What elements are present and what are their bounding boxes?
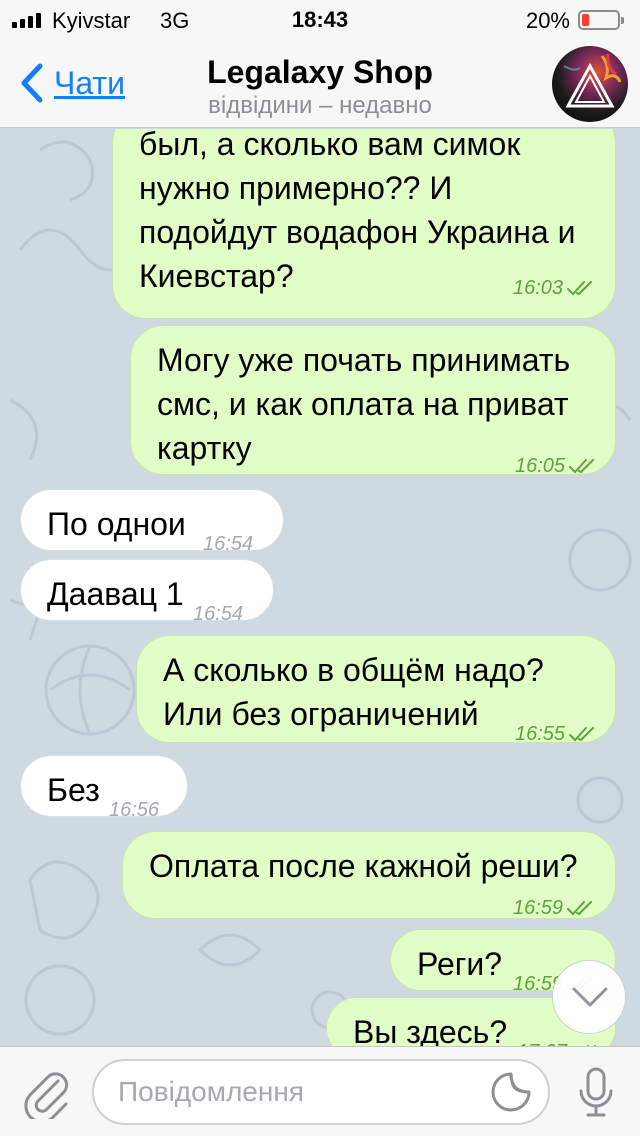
microphone-icon[interactable] <box>576 1065 616 1121</box>
outgoing-message[interactable]: был, а сколько вам симок нужно примерно?… <box>112 129 616 319</box>
outgoing-message[interactable]: Могу уже почать принимать смс, и как опл… <box>130 325 616 477</box>
chat-title: Legalaxy Shop <box>207 54 433 90</box>
battery-icon <box>578 10 624 30</box>
double-check-icon <box>567 901 593 916</box>
message-meta: 16:59 <box>513 886 597 930</box>
message-input[interactable] <box>92 1059 550 1125</box>
message-time: 16:56 <box>109 799 160 821</box>
message-time: 16:03 <box>513 277 564 299</box>
incoming-message[interactable]: По однои 16:54 <box>20 489 284 555</box>
chat-header: Чати Legalaxy Shop відвідини – недавно <box>0 40 640 128</box>
outgoing-message[interactable]: Оплата после кажной реши? 16:59 <box>122 831 616 919</box>
outgoing-message[interactable]: А сколько в общём надо? Или без ограниче… <box>136 635 616 745</box>
battery-percent: 20% <box>525 8 570 33</box>
double-check-icon <box>567 281 593 296</box>
message-meta: 16:54 <box>193 592 243 636</box>
last-seen-status: відвідини – недавно <box>208 92 432 119</box>
message-time: 16:54 <box>193 603 244 625</box>
message-meta: 16:03 <box>513 266 597 310</box>
message-time: 17:07 <box>517 1030 567 1046</box>
message-list[interactable]: был, а сколько вам симок нужно примерно?… <box>0 129 640 1046</box>
battery-level <box>582 14 589 26</box>
double-check-icon <box>569 459 595 474</box>
sticker-icon[interactable] <box>490 1071 532 1113</box>
incoming-message[interactable]: Без 16:56 <box>20 755 188 821</box>
incoming-message[interactable]: Даавац 1 16:54 <box>20 559 274 625</box>
message-meta: 16:55 <box>515 712 599 756</box>
chevron-down-icon <box>572 987 608 1007</box>
status-bar: Kyivstar 3G 18:43 20% <box>0 0 640 40</box>
logo-icon <box>563 53 622 108</box>
double-check-icon <box>569 727 595 742</box>
paperclip-icon[interactable] <box>20 1065 72 1119</box>
message-time: 16:05 <box>515 455 566 477</box>
avatar[interactable] <box>552 46 628 122</box>
message-meta: 16:05 <box>515 444 599 488</box>
message-text: Оплата после кажной реши? <box>149 848 578 884</box>
scroll-down-button[interactable] <box>552 960 626 1034</box>
compose-bar <box>0 1046 640 1136</box>
message-time: 16:55 <box>515 723 566 745</box>
message-meta: 16:56 <box>109 788 159 832</box>
message-time: 16:59 <box>513 897 564 919</box>
